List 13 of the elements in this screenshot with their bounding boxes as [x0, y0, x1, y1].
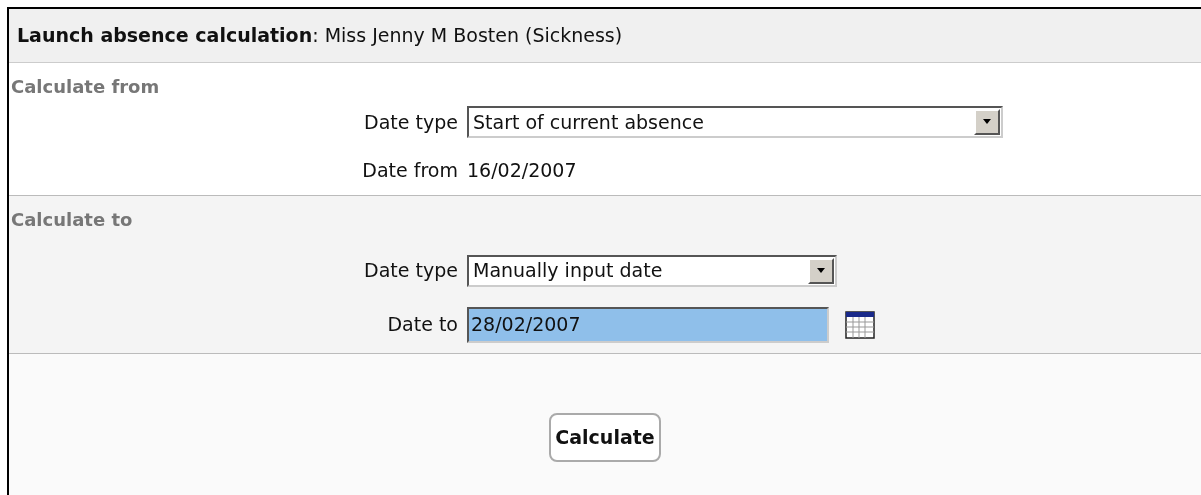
- field-label: Date to: [386, 312, 459, 338]
- field-label: Date type: [363, 109, 459, 135]
- header-title: Launch absence calculation: Miss Jenny M Bosten (Sickness): [17, 23, 623, 49]
- date-input-field[interactable]: 28/02/2007: [467, 306, 829, 343]
- field-label: Date from: [361, 158, 459, 183]
- field-label: Date type: [363, 258, 459, 284]
- section-heading: Calculate to: [10, 207, 134, 232]
- calculate-button[interactable]: Calculate: [549, 413, 661, 462]
- date-type-select[interactable]: Manually input date: [467, 254, 837, 287]
- section-heading: Calculate from: [10, 75, 161, 99]
- date-value: 16/02/2007: [467, 158, 577, 183]
- calendar-icon[interactable]: [845, 310, 875, 339]
- date-type-select[interactable]: Start of current absence: [467, 106, 1003, 138]
